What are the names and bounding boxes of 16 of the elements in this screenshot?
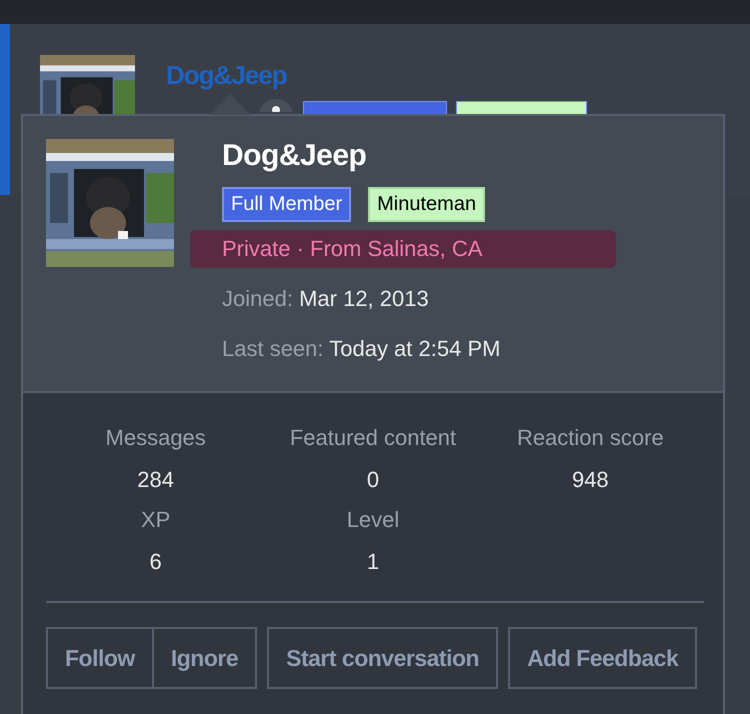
stat-label: Featured content — [290, 425, 456, 451]
location-text: Private · From Salinas, CA — [190, 230, 616, 268]
stat-value: 284 — [137, 467, 174, 493]
username[interactable]: Dog&Jeep — [222, 139, 616, 173]
detail-text: Last seen: Today at 2:54 PM — [222, 336, 502, 362]
stat-value: 6 — [150, 549, 162, 575]
stat-value: 0 — [366, 467, 380, 493]
stat-label: Reaction score — [516, 425, 664, 451]
user-badge: Minuteman — [368, 187, 486, 222]
user-badge: Full Member — [222, 187, 352, 222]
stat-label: Level — [346, 507, 400, 533]
stat-label: Messages — [106, 425, 206, 451]
detail-text: Joined: Mar 12, 2013 — [222, 286, 430, 312]
stat-label: XP — [140, 507, 170, 533]
stat-value: 1 — [366, 549, 380, 575]
stat-value: 948 — [572, 467, 609, 493]
